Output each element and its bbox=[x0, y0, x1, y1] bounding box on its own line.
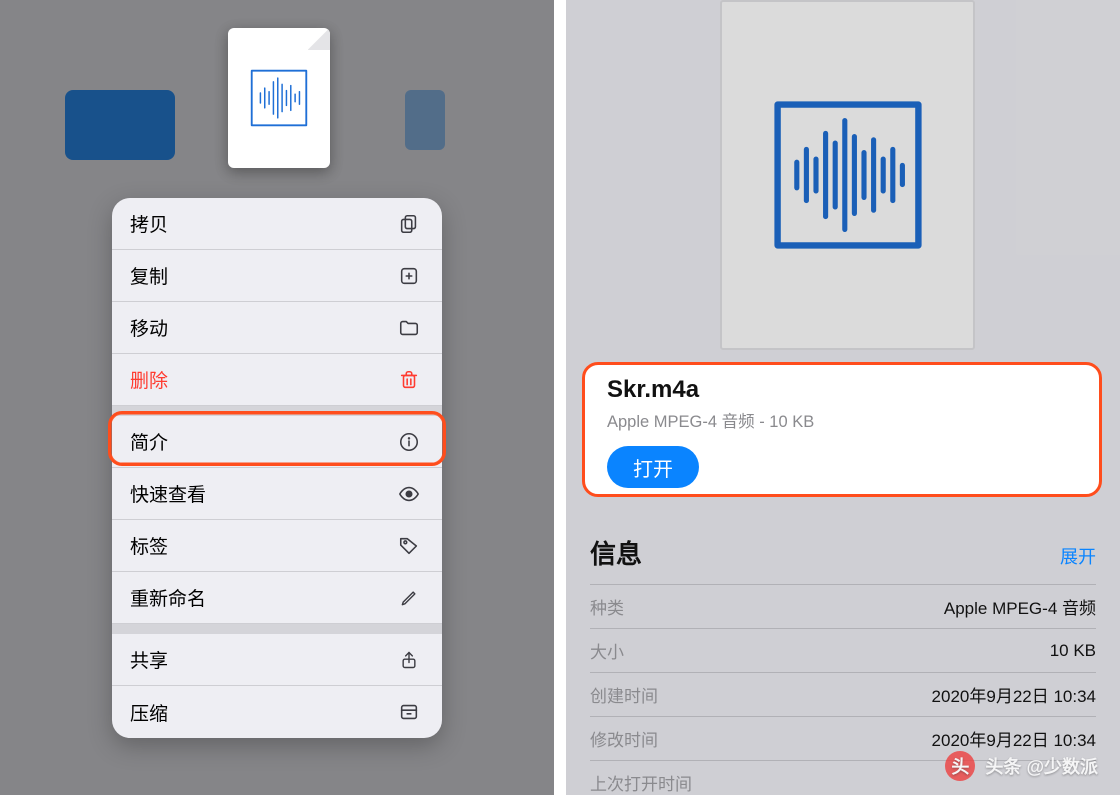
meta-value: 2020年9月22日 10:34 bbox=[932, 726, 1096, 751]
meta-value: Apple MPEG-4 音频 bbox=[944, 594, 1096, 619]
share-icon bbox=[396, 649, 422, 671]
menu-item-rename[interactable]: 重新命名 bbox=[112, 572, 442, 624]
menu-label: 移动 bbox=[130, 314, 168, 341]
info-section-header: 信息 展开 bbox=[590, 534, 1096, 571]
duplicate-icon bbox=[396, 265, 422, 287]
right-panel: Skr.m4a Apple MPEG-4 音频 - 10 KB 打开 信息 展开… bbox=[566, 0, 1120, 795]
folder-icon bbox=[396, 317, 422, 339]
menu-item-getinfo[interactable]: 简介 bbox=[112, 416, 442, 468]
menu-label: 删除 bbox=[130, 366, 168, 393]
copy-icon bbox=[396, 213, 422, 235]
menu-label: 复制 bbox=[130, 262, 168, 289]
meta-key: 种类 bbox=[590, 594, 624, 619]
watermark: 头 头条 @少数派 bbox=[945, 751, 1098, 781]
meta-value: 10 KB bbox=[1050, 641, 1096, 661]
menu-item-copy[interactable]: 拷贝 bbox=[112, 198, 442, 250]
left-panel: 拷贝 复制 移动 删除 简介 bbox=[0, 0, 554, 795]
menu-item-move[interactable]: 移动 bbox=[112, 302, 442, 354]
trash-icon bbox=[396, 369, 422, 391]
file-preview-thumbnail bbox=[228, 28, 330, 168]
audio-waveform-icon bbox=[248, 67, 310, 129]
menu-item-share[interactable]: 共享 bbox=[112, 634, 442, 686]
toutiao-logo-icon: 头 bbox=[945, 751, 975, 781]
menu-label: 压缩 bbox=[130, 699, 168, 726]
menu-label: 简介 bbox=[130, 428, 168, 455]
meta-key: 修改时间 bbox=[590, 726, 658, 751]
menu-item-duplicate[interactable]: 复制 bbox=[112, 250, 442, 302]
file-info-card: Skr.m4a Apple MPEG-4 音频 - 10 KB 打开 bbox=[582, 362, 1102, 497]
menu-item-delete[interactable]: 删除 bbox=[112, 354, 442, 406]
menu-label: 拷贝 bbox=[130, 210, 168, 237]
menu-item-compress[interactable]: 压缩 bbox=[112, 686, 442, 738]
menu-label: 共享 bbox=[130, 646, 168, 673]
meta-value: 2020年9月22日 10:34 bbox=[932, 682, 1096, 707]
menu-item-tags[interactable]: 标签 bbox=[112, 520, 442, 572]
metadata-row-size: 大小 10 KB bbox=[590, 628, 1096, 672]
info-icon bbox=[396, 431, 422, 453]
open-button[interactable]: 打开 bbox=[607, 446, 699, 488]
menu-label: 快速查看 bbox=[130, 480, 206, 507]
tag-icon bbox=[396, 535, 422, 557]
file-name: Skr.m4a bbox=[607, 376, 1077, 404]
watermark-text: 头条 @少数派 bbox=[985, 753, 1098, 779]
menu-item-quicklook[interactable]: 快速查看 bbox=[112, 468, 442, 520]
archive-icon bbox=[396, 701, 422, 723]
metadata-row-kind: 种类 Apple MPEG-4 音频 bbox=[590, 584, 1096, 628]
eye-icon bbox=[396, 483, 422, 505]
meta-key: 上次打开时间 bbox=[590, 770, 692, 795]
metadata-row-created: 创建时间 2020年9月22日 10:34 bbox=[590, 672, 1096, 716]
meta-key: 创建时间 bbox=[590, 682, 658, 707]
menu-separator bbox=[112, 624, 442, 634]
info-section-title: 信息 bbox=[590, 534, 642, 571]
expand-link[interactable]: 展开 bbox=[1060, 543, 1096, 569]
context-menu: 拷贝 复制 移动 删除 简介 bbox=[112, 198, 442, 738]
file-subtitle: Apple MPEG-4 音频 - 10 KB bbox=[607, 408, 1077, 432]
pencil-icon bbox=[396, 588, 422, 608]
menu-label: 重新命名 bbox=[130, 584, 206, 611]
menu-label: 标签 bbox=[130, 532, 168, 559]
meta-key: 大小 bbox=[590, 638, 624, 663]
menu-separator bbox=[112, 406, 442, 416]
panel-divider bbox=[554, 0, 566, 795]
